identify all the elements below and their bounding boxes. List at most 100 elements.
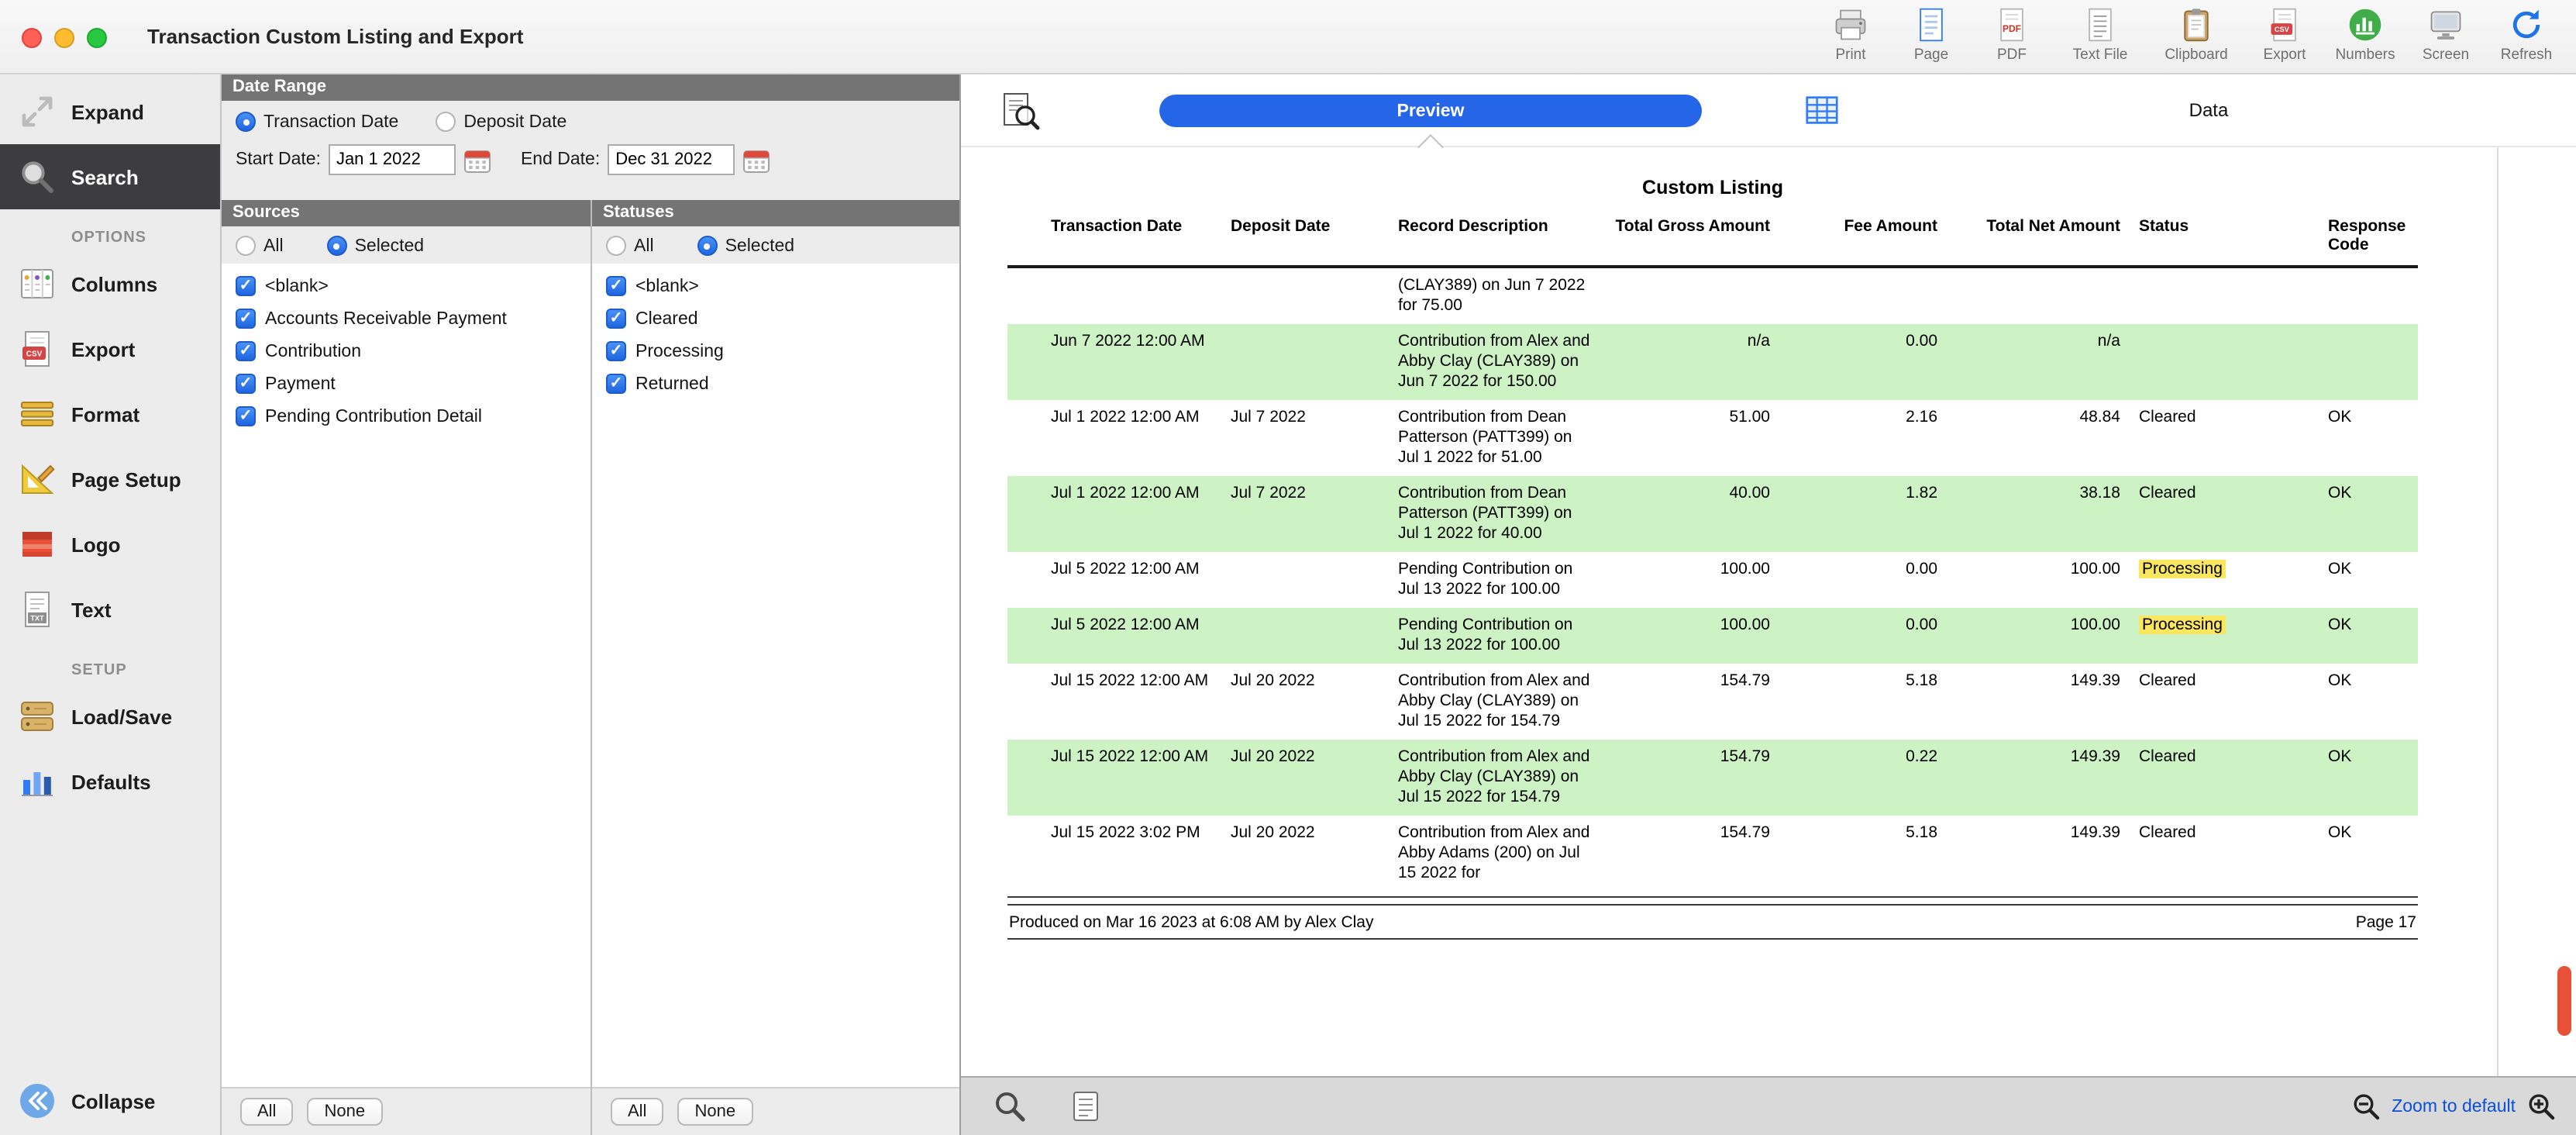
sidebar-section-header: OPTIONS: [0, 209, 220, 251]
columns-icon: [15, 263, 57, 305]
toolbar-button-pdf[interactable]: PDF PDF: [1972, 5, 2052, 65]
sources-radio-selected[interactable]: Selected: [327, 236, 425, 256]
sidebar-item-expand[interactable]: Expand: [0, 79, 220, 144]
report-table-row: Jun 7 2022 12:00 AM Contribution from Al…: [1007, 324, 2418, 400]
zoom-out-icon[interactable]: [2351, 1092, 2381, 1121]
cell-fee-amount: 0.22: [1786, 747, 1953, 808]
vertical-scrollbar-thumb[interactable]: [2557, 966, 2571, 1036]
checkbox-label: Accounts Receivable Payment: [265, 309, 507, 328]
calendar-icon[interactable]: [742, 147, 770, 173]
toolbar-button-export[interactable]: CSV Export: [2244, 5, 2325, 65]
report-end-rule: [1007, 896, 2418, 906]
checkbox[interactable]: [236, 276, 256, 296]
statuses-radio-selected[interactable]: Selected: [697, 236, 795, 256]
toolbar-button-print[interactable]: Print: [1810, 5, 1891, 65]
checkbox-label: Payment: [265, 374, 336, 393]
sidebar-item-text[interactable]: TXT Text: [0, 577, 220, 642]
sidebar-item-label: Text: [71, 598, 112, 621]
cell-deposit-date: Jul 7 2022: [1221, 408, 1376, 468]
zoom-window-button[interactable]: [87, 28, 107, 48]
cell-deposit-date: Jul 20 2022: [1221, 823, 1376, 884]
toolbar-button-label: Print: [1813, 47, 1888, 64]
pdf-icon: PDF: [1975, 6, 2049, 45]
zoom-in-icon[interactable]: [2526, 1092, 2556, 1121]
sources-all-button[interactable]: All: [240, 1098, 293, 1126]
sidebar-item-label: Defaults: [71, 770, 151, 793]
svg-text:CSV: CSV: [2275, 26, 2290, 33]
cell-transaction-date: Jun 7 2022 12:00 AM: [1007, 332, 1221, 392]
date-range-header: Date Range: [222, 74, 959, 101]
sidebar-item-logo[interactable]: Logo: [0, 512, 220, 577]
toolbar-button-screen[interactable]: Screen: [2406, 5, 2486, 65]
column-header: Record Description: [1376, 217, 1612, 254]
magnifier-icon[interactable]: [992, 1088, 1028, 1124]
cell-response-code: OK: [2283, 823, 2418, 884]
sidebar-item-defaults[interactable]: Defaults: [0, 749, 220, 814]
cell-fee-amount: 2.16: [1786, 408, 1953, 468]
cell-status: Processing: [2139, 616, 2226, 634]
checkbox[interactable]: [236, 374, 256, 394]
report-footer: Produced on Mar 16 2023 at 6:08 AM by Al…: [1007, 906, 2418, 940]
checkbox[interactable]: [606, 276, 626, 296]
sources-none-button[interactable]: None: [307, 1098, 382, 1126]
statuses-all-button[interactable]: All: [611, 1098, 663, 1126]
sidebar-item-export[interactable]: CSV Export: [0, 316, 220, 381]
preview-tab[interactable]: Preview: [1159, 95, 1702, 127]
checkbox[interactable]: [606, 374, 626, 394]
statuses-checkbox--blank-[interactable]: <blank>: [592, 270, 959, 302]
start-date-input[interactable]: [329, 144, 456, 175]
export-icon: CSV: [2247, 6, 2322, 45]
sources-checkbox-payment[interactable]: Payment: [222, 367, 591, 400]
sources-checkbox--blank-[interactable]: <blank>: [222, 270, 591, 302]
column-header: Deposit Date: [1221, 217, 1376, 254]
end-date-input[interactable]: [608, 144, 735, 175]
checkbox[interactable]: [236, 406, 256, 426]
sources-checkbox-contribution[interactable]: Contribution: [222, 335, 591, 367]
radio-transaction-date[interactable]: Transaction Date: [236, 112, 398, 132]
screen-icon: [2409, 6, 2483, 45]
cell-response-code: OK: [2283, 616, 2418, 656]
toolbar-button-numbers[interactable]: Numbers: [2325, 5, 2406, 65]
checkbox[interactable]: [236, 309, 256, 329]
toolbar-button-clipboard[interactable]: Clipboard: [2148, 5, 2244, 65]
toolbar-button-refresh[interactable]: Refresh: [2486, 5, 2567, 65]
sources-radio-all[interactable]: All: [236, 236, 284, 256]
statuses-checkbox-returned[interactable]: Returned: [592, 367, 959, 400]
statuses-checkbox-processing[interactable]: Processing: [592, 335, 959, 367]
cell-total-net-amount: 100.00: [1953, 560, 2136, 600]
cell-fee-amount: 0.00: [1786, 616, 1953, 656]
sidebar-item-search[interactable]: Search: [0, 144, 220, 209]
checkbox[interactable]: [606, 309, 626, 329]
sidebar-item-collapse[interactable]: Collapse: [0, 1067, 220, 1135]
checkbox[interactable]: [236, 341, 256, 361]
sidebar-item-columns[interactable]: Columns: [0, 251, 220, 316]
radio-deposit-date[interactable]: Deposit Date: [436, 112, 567, 132]
minimize-window-button[interactable]: [54, 28, 74, 48]
data-tab[interactable]: Data: [1860, 99, 2557, 121]
statuses-none-button[interactable]: None: [677, 1098, 752, 1126]
csv-export-icon: CSV: [15, 328, 57, 370]
report-table-row: Jul 15 2022 3:02 PM Jul 20 2022 Contribu…: [1007, 816, 2418, 892]
calendar-icon[interactable]: [463, 147, 491, 173]
toolbar-button-page[interactable]: Page: [1891, 5, 1972, 65]
sidebar-item-format[interactable]: Format: [0, 381, 220, 447]
search-panel: Date Range Transaction Date Deposit Date…: [222, 74, 961, 1135]
toolbar-button-text-file[interactable]: Text File: [2052, 5, 2148, 65]
radio-label: All: [634, 236, 654, 255]
document-lines-icon[interactable]: [1068, 1088, 1104, 1124]
sidebar-item-load-save[interactable]: Load/Save: [0, 684, 220, 749]
report-table-row: Jul 15 2022 12:00 AM Jul 20 2022 Contrib…: [1007, 664, 2418, 740]
cell-total-net-amount: n/a: [1953, 332, 2136, 392]
checkbox[interactable]: [606, 341, 626, 361]
statuses-radio-all[interactable]: All: [606, 236, 654, 256]
zoom-to-default-link[interactable]: Zoom to default: [2392, 1097, 2516, 1116]
sources-checkbox-pending-contribution-detail[interactable]: Pending Contribution Detail: [222, 400, 591, 433]
statuses-checkbox-cleared[interactable]: Cleared: [592, 302, 959, 335]
sidebar-item-page-setup[interactable]: Page Setup: [0, 447, 220, 512]
cell-status: Cleared: [2139, 408, 2196, 426]
text-icon: TXT: [15, 588, 57, 630]
page-setup-icon: [15, 458, 57, 500]
cell-transaction-date: Jul 1 2022 12:00 AM: [1007, 408, 1221, 468]
sources-checkbox-accounts-receivable-payment[interactable]: Accounts Receivable Payment: [222, 302, 591, 335]
close-window-button[interactable]: [22, 28, 42, 48]
